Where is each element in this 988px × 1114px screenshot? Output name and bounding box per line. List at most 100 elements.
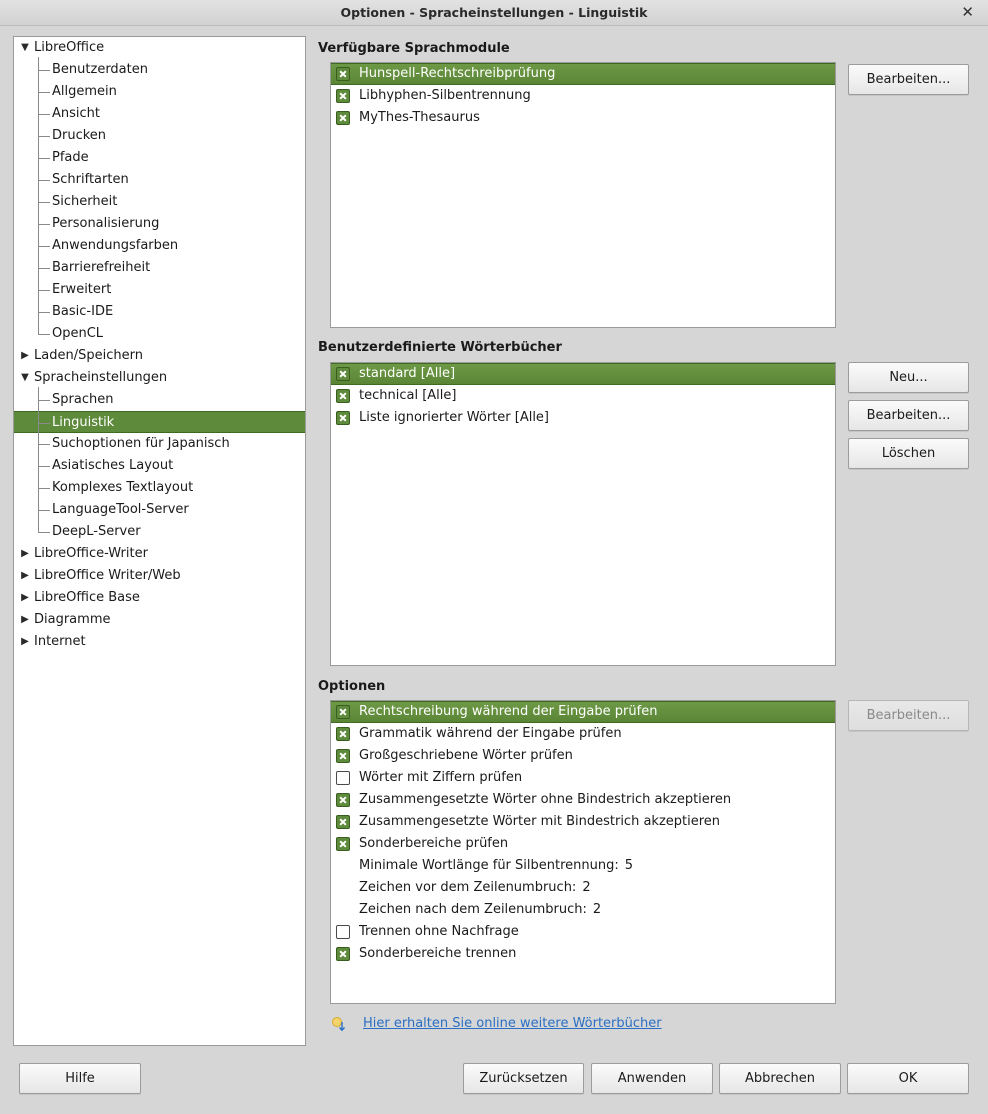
tree-item-anwendungsfarben[interactable]: Anwendungsfarben [14, 235, 305, 257]
ok-button[interactable]: OK [847, 1063, 969, 1094]
options-list[interactable]: Rechtschreibung während der Eingabe prüf… [330, 700, 836, 1004]
tree-item-suchoptionen-fuer-japanisch[interactable]: Suchoptionen für Japanisch [14, 433, 305, 455]
tree-item-diagramme[interactable]: ▶ Diagramme [14, 609, 305, 631]
option-value: 2 [582, 880, 591, 895]
modules-list[interactable]: Hunspell-Rechtschreibprüfung Libhyphen-Si… [330, 62, 836, 328]
checkbox-checked[interactable] [336, 793, 350, 807]
expander-expanded-icon[interactable]: ▼ [19, 37, 31, 59]
checkbox-checked[interactable] [336, 815, 350, 829]
modules-edit-button[interactable]: Bearbeiten... [848, 64, 969, 95]
apply-button[interactable]: Anwenden [591, 1063, 713, 1094]
tree-connector [38, 444, 50, 445]
tree-item-libreoffice-writer-web[interactable]: ▶ LibreOffice Writer/Web [14, 565, 305, 587]
list-item[interactable]: Liste ignorierter Wörter [Alle] [331, 407, 835, 429]
list-item[interactable]: Hunspell-Rechtschreibprüfung [331, 63, 835, 85]
tree-item-deepl-server[interactable]: DeepL-Server [14, 521, 305, 543]
tree-item-libreoffice-base[interactable]: ▶ LibreOffice Base [14, 587, 305, 609]
option-value: 2 [592, 902, 602, 917]
tree-item-drucken[interactable]: Drucken [14, 125, 305, 147]
list-item[interactable]: Zeichen nach dem Zeilenumbruch: 2 [331, 899, 835, 921]
tree-item-laden-speichern[interactable]: ▶ Laden/Speichern [14, 345, 305, 367]
tree-item-label: Basic-IDE [52, 304, 114, 319]
options-edit-button[interactable]: Bearbeiten... [848, 700, 969, 731]
tree-item-basic-ide[interactable]: Basic-IDE [14, 301, 305, 323]
list-item[interactable]: Sonderbereiche trennen [331, 943, 835, 965]
tree-item-internet[interactable]: ▶ Internet [14, 631, 305, 653]
list-item[interactable]: Zusammengesetzte Wörter ohne Bindestrich… [331, 789, 835, 811]
expander-expanded-icon[interactable]: ▼ [19, 367, 31, 389]
list-item[interactable]: Zusammengesetzte Wörter mit Bindestrich … [331, 811, 835, 833]
dictionary-edit-button[interactable]: Bearbeiten... [848, 400, 969, 431]
list-item[interactable]: Trennen ohne Nachfrage [331, 921, 835, 943]
expander-collapsed-icon[interactable]: ▶ [19, 609, 31, 631]
close-icon[interactable]: ✕ [961, 3, 974, 21]
reset-button[interactable]: Zurücksetzen [463, 1063, 584, 1094]
expander-collapsed-icon[interactable]: ▶ [19, 565, 31, 587]
checkbox-checked[interactable] [336, 947, 350, 961]
tree-item-libreoffice-writer[interactable]: ▶ LibreOffice-Writer [14, 543, 305, 565]
expander-collapsed-icon[interactable]: ▶ [19, 345, 31, 367]
list-item[interactable]: Grammatik während der Eingabe prüfen [331, 723, 835, 745]
tree-connector [38, 136, 50, 137]
tree-item-ansicht[interactable]: Ansicht [14, 103, 305, 125]
option-label: Zusammengesetzte Wörter ohne Bindestrich… [359, 792, 732, 807]
checkbox-checked[interactable] [336, 111, 350, 125]
list-item[interactable]: Zeichen vor dem Zeilenumbruch: 2 [331, 877, 835, 899]
tree-item-personalisierung[interactable]: Personalisierung [14, 213, 305, 235]
cancel-button[interactable]: Abbrechen [719, 1063, 841, 1094]
list-item[interactable]: Rechtschreibung während der Eingabe prüf… [331, 701, 835, 723]
tree-item-label: Personalisierung [52, 216, 160, 231]
tree-item-pfade[interactable]: Pfade [14, 147, 305, 169]
tree-item-languagetool-server[interactable]: LanguageTool-Server [14, 499, 305, 521]
list-item[interactable]: Sonderbereiche prüfen [331, 833, 835, 855]
dictionary-new-button[interactable]: Neu... [848, 362, 969, 393]
list-item[interactable]: Minimale Wortlänge für Silbentrennung: 5 [331, 855, 835, 877]
tree-item-label: LibreOffice Writer/Web [34, 568, 181, 583]
checkbox-checked[interactable] [336, 367, 350, 381]
options-heading: Optionen [318, 679, 386, 694]
tree-item-opencl[interactable]: OpenCL [14, 323, 305, 345]
tree-item-sicherheit[interactable]: Sicherheit [14, 191, 305, 213]
list-item[interactable]: Großgeschriebene Wörter prüfen [331, 745, 835, 767]
tree-item-sprachen[interactable]: Sprachen [14, 389, 305, 411]
tree-item-benutzerdaten[interactable]: Benutzerdaten [14, 59, 305, 81]
help-button[interactable]: Hilfe [19, 1063, 141, 1094]
list-item-label: Hunspell-Rechtschreibprüfung [359, 64, 555, 84]
tree-item-libreoffice[interactable]: ▼ LibreOffice [14, 37, 305, 59]
checkbox-checked[interactable] [336, 67, 350, 81]
tree-item-komplexes-textlayout[interactable]: Komplexes Textlayout [14, 477, 305, 499]
list-item[interactable]: Libhyphen-Silbentrennung [331, 85, 835, 107]
expander-collapsed-icon[interactable]: ▶ [19, 631, 31, 653]
tree-item-allgemein[interactable]: Allgemein [14, 81, 305, 103]
checkbox-checked[interactable] [336, 389, 350, 403]
title-bar: Optionen - Spracheinstellungen - Linguis… [0, 0, 988, 26]
list-item[interactable]: technical [Alle] [331, 385, 835, 407]
dictionary-delete-button[interactable]: Löschen [848, 438, 969, 469]
tree-item-asiatisches-layout[interactable]: Asiatisches Layout [14, 455, 305, 477]
checkbox-unchecked[interactable] [336, 925, 350, 939]
tree-item-spracheinstellungen[interactable]: ▼ Spracheinstellungen [14, 367, 305, 389]
list-item-label: Minimale Wortlänge für Silbentrennung: 5 [359, 855, 633, 877]
checkbox-checked[interactable] [336, 705, 350, 719]
list-item-label: Sonderbereiche prüfen [359, 833, 508, 855]
checkbox-checked[interactable] [336, 89, 350, 103]
list-item[interactable]: Wörter mit Ziffern prüfen [331, 767, 835, 789]
expander-collapsed-icon[interactable]: ▶ [19, 543, 31, 565]
checkbox-unchecked[interactable] [336, 771, 350, 785]
tree-item-linguistik[interactable]: Linguistik [14, 411, 305, 433]
tree-item-barrierefreiheit[interactable]: Barrierefreiheit [14, 257, 305, 279]
tree-item-schriftarten[interactable]: Schriftarten [14, 169, 305, 191]
more-dictionaries-link[interactable]: Hier erhalten Sie online weitere Wörterb… [363, 1016, 662, 1031]
tree-connector [38, 57, 39, 334]
checkbox-checked[interactable] [336, 837, 350, 851]
tree-connector [38, 334, 50, 335]
list-item[interactable]: standard [Alle] [331, 363, 835, 385]
checkbox-checked[interactable] [336, 727, 350, 741]
expander-collapsed-icon[interactable]: ▶ [19, 587, 31, 609]
dictionaries-list[interactable]: standard [Alle] technical [Alle] Liste ign… [330, 362, 836, 666]
checkbox-checked[interactable] [336, 749, 350, 763]
tree-item-erweitert[interactable]: Erweitert [14, 279, 305, 301]
list-item[interactable]: MyThes-Thesaurus [331, 107, 835, 129]
checkbox-checked[interactable] [336, 411, 350, 425]
window-title: Optionen - Spracheinstellungen - Linguis… [340, 5, 648, 20]
